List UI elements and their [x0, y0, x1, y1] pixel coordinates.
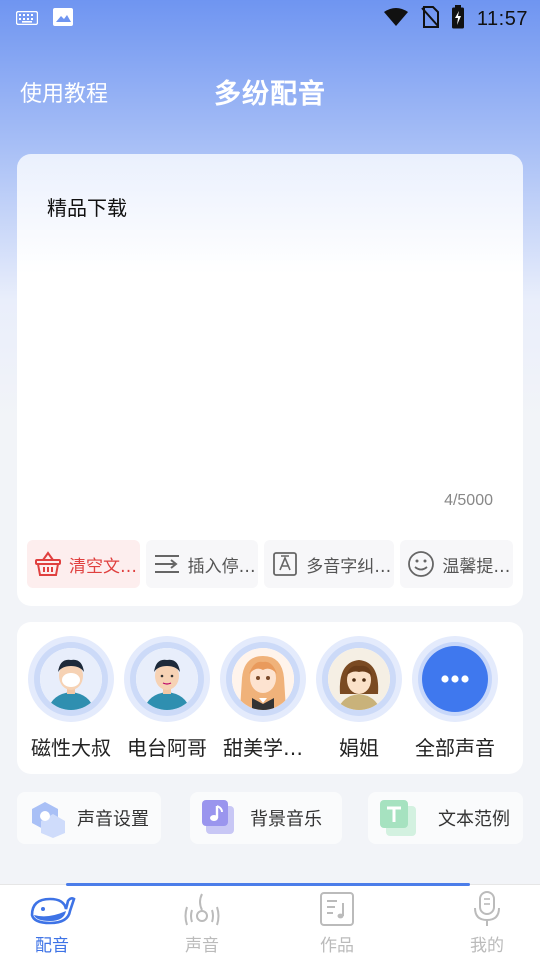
voice-item[interactable]: 娟姐: [311, 636, 407, 761]
clear-text-button[interactable]: 清空文…: [27, 540, 140, 588]
image-icon: [52, 7, 74, 31]
insert-pause-label: 插入停…: [187, 556, 256, 577]
tab-label: 作品: [320, 936, 354, 956]
avatar-ring: [412, 636, 498, 722]
title-bar: 使用教程 多纷配音: [0, 66, 540, 118]
smile-icon: [406, 549, 436, 579]
polyphone-correct-button[interactable]: 多音字纠…: [264, 540, 395, 588]
voice-name: 磁性大叔: [31, 736, 111, 760]
hexagon-settings-icon: [27, 798, 67, 838]
status-bar: 11:57: [0, 0, 540, 38]
avatar-ring: [124, 636, 210, 722]
insert-pause-button[interactable]: 插入停…: [145, 540, 259, 588]
avatar-ring: [220, 636, 306, 722]
man-avatar: [40, 648, 102, 710]
avatar-ring-inner: [322, 642, 396, 716]
voice-item[interactable]: 电台阿哥: [119, 636, 215, 761]
text-editor-card: 精品下载 4/5000 清空文… 插入停… 多音字纠… 温馨提…: [17, 154, 523, 606]
sound-icon: [157, 889, 247, 929]
voice-selector-card: 磁性大叔 电台阿哥 甜美学… 娟姐 全部声音: [17, 622, 523, 774]
avatar-ring: [28, 636, 114, 722]
basket-icon: [33, 549, 63, 579]
avatar-ring-inner: [130, 642, 204, 716]
polyphone-correct-label: 多音字纠…: [306, 556, 392, 577]
page-title: 多纷配音: [214, 79, 326, 110]
tips-label: 温馨提…: [442, 556, 511, 577]
tab-label: 配音: [35, 936, 69, 956]
avatar-ring: [316, 636, 402, 722]
background-music-button[interactable]: 背景音乐: [190, 792, 342, 844]
tab-label: 声音: [185, 936, 219, 956]
voice-name: 甜美学…: [223, 736, 303, 760]
voice-settings-button[interactable]: 声音设置: [17, 792, 161, 844]
no-sim-icon: [421, 6, 439, 32]
character-counter: 4/5000: [444, 492, 493, 509]
tab-dubbing[interactable]: 配音: [7, 889, 97, 956]
tab-works[interactable]: 作品: [292, 889, 382, 956]
voice-name: 娟姐: [339, 736, 379, 760]
keyboard-icon: [15, 10, 39, 29]
all-voices-item[interactable]: 全部声音: [407, 636, 503, 761]
avatar-ring-inner: [34, 642, 108, 716]
avatar-ring-inner: [226, 642, 300, 716]
girl-avatar: [232, 648, 294, 710]
tabbar-accent-line: [66, 883, 470, 886]
text-t-icon: [378, 798, 418, 838]
battery-icon: [451, 5, 465, 33]
text-examples-button[interactable]: 文本范例: [368, 792, 523, 844]
more-dots-icon: [422, 646, 488, 712]
music-note-icon: [200, 798, 240, 838]
text-examples-label: 文本范例: [438, 809, 510, 830]
pause-lines-icon: [152, 549, 182, 579]
voice-settings-label: 声音设置: [77, 809, 149, 830]
voice-name: 全部声音: [415, 736, 495, 760]
voice-item[interactable]: 甜美学…: [215, 636, 311, 761]
voice-name: 电台阿哥: [127, 736, 207, 760]
tab-label: 我的: [470, 936, 504, 956]
wifi-icon: [383, 7, 409, 31]
voice-item[interactable]: 磁性大叔: [23, 636, 119, 761]
options-row: 声音设置 背景音乐 文本范例: [17, 792, 523, 844]
clear-text-label: 清空文…: [69, 556, 137, 577]
whale-icon: [7, 889, 97, 929]
clock: 11:57: [476, 7, 528, 30]
music-file-icon: [292, 889, 382, 929]
text-a-icon: [270, 549, 300, 579]
bottom-tab-bar: 配音 声音 作品 我的: [0, 883, 540, 961]
man-avatar: [136, 648, 198, 710]
tab-voices[interactable]: 声音: [157, 889, 247, 956]
editor-toolbar: 清空文… 插入停… 多音字纠… 温馨提…: [27, 540, 513, 590]
woman-avatar: [328, 648, 390, 710]
microphone-icon: [442, 889, 532, 929]
avatar-ring-inner: [418, 642, 492, 716]
text-editor-input[interactable]: 精品下载: [47, 192, 127, 221]
background-music-label: 背景音乐: [250, 809, 322, 830]
tips-button[interactable]: 温馨提…: [400, 540, 513, 588]
tab-mine[interactable]: 我的: [442, 889, 532, 956]
